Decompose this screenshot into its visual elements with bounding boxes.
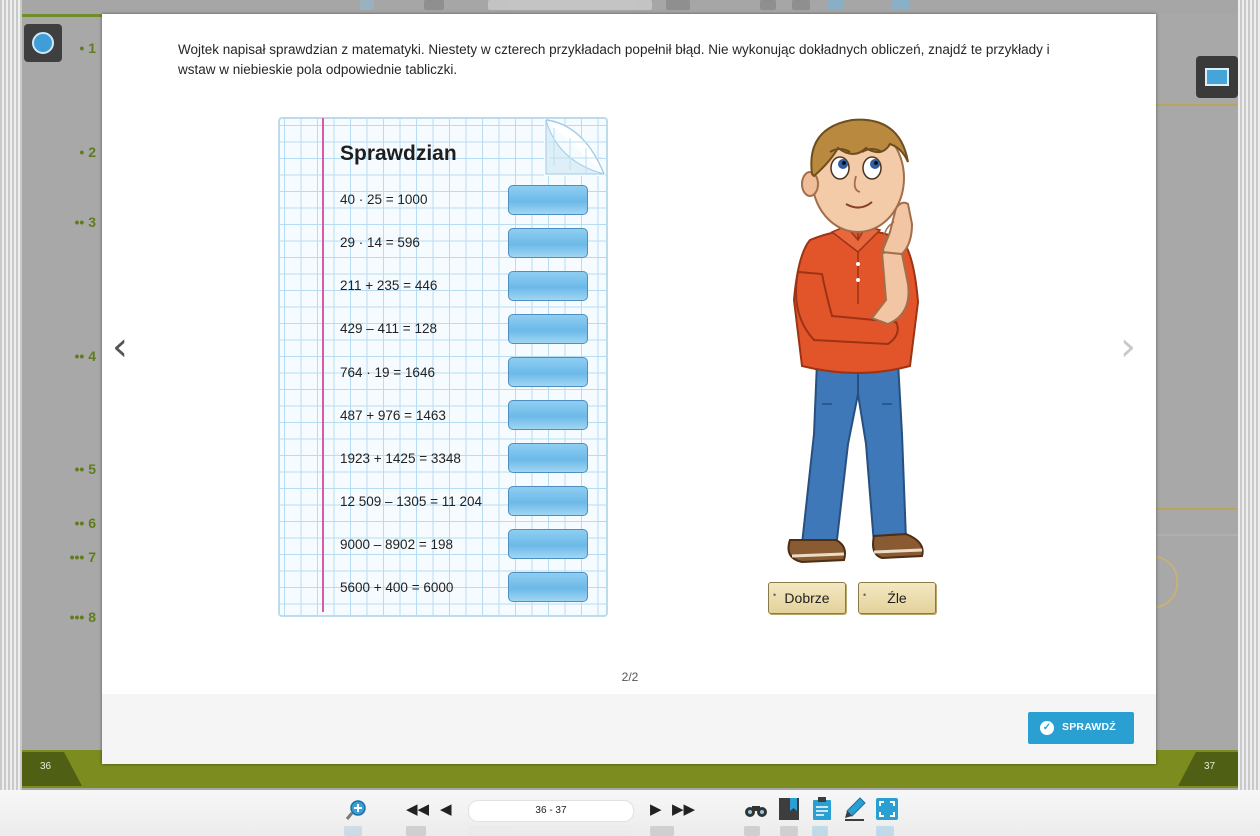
next-page-icon[interactable]: ▶ — [650, 800, 662, 818]
answer-drop-slot[interactable] — [508, 443, 588, 473]
equation: 429 – 411 = 128 — [340, 321, 437, 336]
zoom-in-icon[interactable] — [344, 798, 368, 822]
next-exercise-arrow[interactable]: › — [1120, 327, 1144, 367]
answer-drop-slot[interactable] — [508, 228, 588, 258]
page-fold-corner — [544, 118, 606, 176]
last-page-icon[interactable]: ▶▶ — [672, 800, 695, 818]
pen-icon[interactable] — [844, 797, 866, 821]
right-page-line — [1156, 534, 1238, 536]
answer-drop-slot[interactable] — [508, 400, 588, 430]
equation: 9000 – 8902 = 198 — [340, 537, 453, 552]
toolbar-reflection — [340, 0, 920, 12]
page-indicator: 2/2 — [621, 670, 639, 684]
exercise-modal: Wojtek napisał sprawdzian z matematyki. … — [102, 14, 1156, 764]
fullscreen-icon[interactable] — [876, 798, 898, 820]
check-button[interactable]: ✓ SPRAWDŹ — [1028, 712, 1134, 744]
notes-icon[interactable] — [812, 797, 832, 821]
prev-exercise-arrow[interactable]: ‹ — [112, 327, 136, 367]
book-right-edge — [1238, 0, 1260, 790]
first-page-icon[interactable]: ◀◀ — [406, 800, 429, 818]
exercise-number[interactable]: •• 4 — [44, 348, 96, 364]
book-icon — [1205, 68, 1229, 86]
exercise-number[interactable]: • 1 — [44, 40, 96, 56]
exercise-number[interactable]: • 2 — [44, 144, 96, 160]
sheet-title: Sprawdzian — [340, 142, 457, 165]
right-page-line — [1156, 104, 1238, 106]
answer-tile-bad[interactable]: • Źle — [858, 582, 936, 614]
answer-drop-slot[interactable] — [508, 314, 588, 344]
instruction-text: Wojtek napisał sprawdzian z matematyki. … — [178, 42, 1050, 77]
exercise-number[interactable]: ••• 7 — [44, 549, 96, 565]
equation: 40 · 25 = 1000 — [340, 192, 428, 207]
answer-drop-slot[interactable] — [508, 357, 588, 387]
right-book-button[interactable] — [1196, 56, 1238, 98]
answer-drop-slot[interactable] — [508, 529, 588, 559]
thinking-boy-illustration — [787, 118, 924, 564]
answer-drop-slot[interactable] — [508, 185, 588, 215]
answer-drop-slot[interactable] — [508, 486, 588, 516]
exercise-number[interactable]: ••• 8 — [44, 609, 96, 625]
book-right-page — [1156, 14, 1238, 754]
equation: 29 · 14 = 596 — [340, 235, 420, 250]
exercise-number[interactable]: •• 6 — [44, 515, 96, 531]
answer-drop-slot[interactable] — [508, 271, 588, 301]
toolbar-reflection — [340, 824, 920, 836]
right-page-line — [1156, 508, 1238, 510]
book-left-page — [22, 14, 102, 757]
exercise-number[interactable]: •• 3 — [44, 214, 96, 230]
modal-footer — [102, 694, 1156, 764]
exercise-number[interactable]: •• 5 — [44, 461, 96, 477]
prev-page-icon[interactable]: ◀ — [440, 800, 452, 818]
equation: 211 + 235 = 446 — [340, 278, 438, 293]
equation: 12 509 – 1305 = 11 204 — [340, 494, 483, 509]
bookmark-icon[interactable] — [778, 797, 800, 821]
margin-line — [322, 118, 324, 612]
book-left-edge — [0, 0, 22, 790]
check-icon: ✓ — [1040, 721, 1054, 735]
equation: 764 · 19 = 1646 — [340, 365, 435, 380]
equation: 1923 + 1425 = 3348 — [340, 451, 461, 466]
page-range-field[interactable]: 36 - 37 — [468, 800, 634, 822]
answer-tile-good[interactable]: • Dobrze — [768, 582, 846, 614]
answer-drop-slot[interactable] — [508, 572, 588, 602]
binoculars-icon[interactable] — [744, 800, 768, 820]
equation: 5600 + 400 = 6000 — [340, 580, 454, 595]
equation: 487 + 976 = 1463 — [340, 408, 446, 423]
